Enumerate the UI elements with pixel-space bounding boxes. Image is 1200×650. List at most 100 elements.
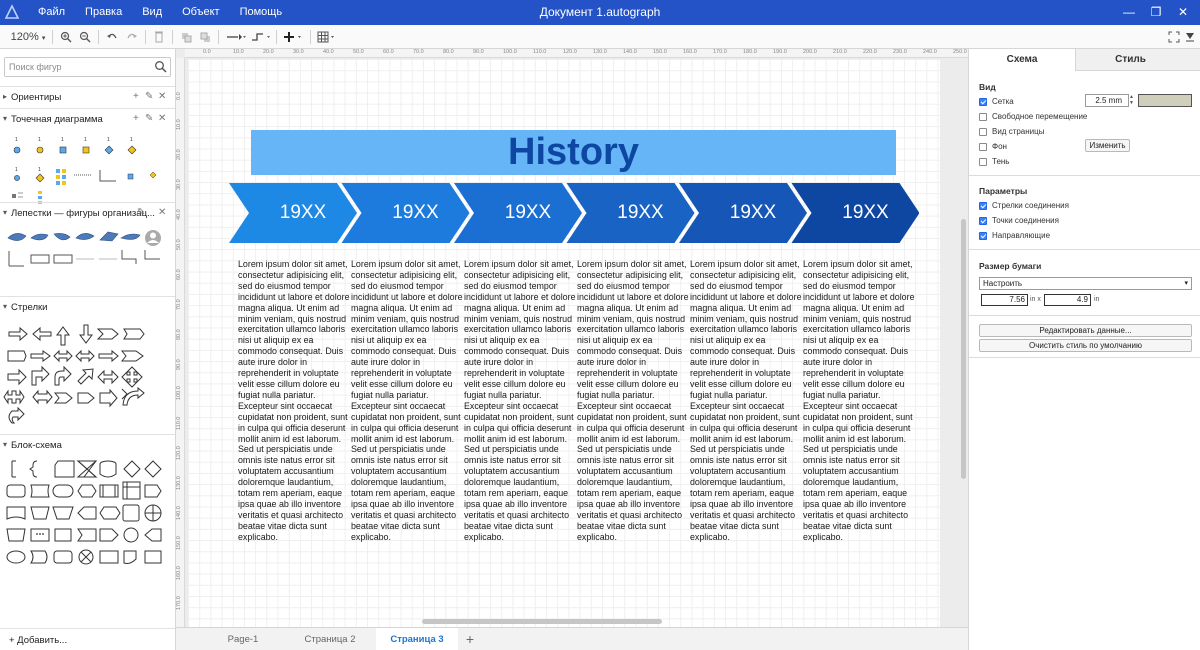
free-move-checkbox[interactable]: Свободное перемещение [979,112,1087,121]
grid-color-swatch[interactable] [1138,94,1192,107]
close-button[interactable]: ✕ [1170,0,1196,25]
connection-arrows-checkbox[interactable]: Стрелки соединения [979,201,1069,210]
zoom-select[interactable]: 120% ▾ [10,28,46,46]
history-banner[interactable]: History [251,130,896,175]
timeline-description[interactable]: Lorem ipsum dolor sit amet, consectetur … [351,259,463,543]
ruler-tick-label: 130.0 [176,476,182,490]
ruler-tick-label: 130.0 [593,49,607,55]
page-view-checkbox[interactable]: Вид страницы [979,127,1044,136]
ruler-tick-label: 90.0 [473,49,484,55]
clear-default-style-button[interactable]: Очистить стиль по умолчанию [979,339,1192,352]
edit-icon[interactable]: ✎ [137,207,145,218]
ruler-tick-label: 60.0 [383,49,394,55]
expand-arrow-icon: ▾ [3,440,8,449]
zoom-out-icon[interactable] [79,28,91,46]
menu-help[interactable]: Помощь [230,0,293,25]
section-guides[interactable]: ▸ Ориентиры + ✎ ✕ [0,86,175,108]
timeline-year-label[interactable]: 19XX [488,183,568,243]
section-arrows[interactable]: ▾ Стрелки [0,296,175,318]
vertical-scrollbar[interactable] [961,219,966,479]
timeline-description[interactable]: Lorem ipsum dolor sit amet, consectetur … [690,259,802,543]
horizontal-scrollbar[interactable] [422,619,662,624]
timeline-year-label[interactable]: 19XX [826,183,906,243]
grid-size-input[interactable]: 2.5 mm [1085,94,1129,107]
history-title[interactable]: History [251,130,896,175]
to-back-icon[interactable] [199,28,211,46]
svg-text:1: 1 [15,137,18,143]
connector-arrow-icon[interactable] [226,28,246,46]
edit-icon[interactable]: ✎ [145,113,153,124]
search-icon[interactable] [154,60,167,73]
canvas-area[interactable]: 0.0 10.0 20.0 30.0 40.0 50.0 60.0 70.0 80.0 90.0 1… [176,49,968,627]
collapse-panel-icon[interactable] [1184,28,1196,46]
ruler-tick-label: 150.0 [176,536,182,550]
redo-icon[interactable] [126,28,138,46]
chevron-down-icon: ▾ [1184,280,1188,287]
maximize-button[interactable]: ❐ [1143,0,1169,25]
drawing-page[interactable]: History 19XX 19XX 19XX 19XX 19XX 19XX Lorem i… [188,59,940,627]
paper-width-input[interactable]: 7.56 [981,294,1028,306]
change-background-button[interactable]: Изменить [1085,139,1130,152]
tab-diagram[interactable]: Схема [969,49,1075,71]
tab-style[interactable]: Стиль [1075,49,1185,71]
timeline-year-label[interactable]: 19XX [376,183,456,243]
arrows-palette[interactable] [0,321,176,431]
tab-page-2[interactable]: Страница 2 [286,628,374,650]
menu-edit[interactable]: Правка [75,0,132,25]
menu-file[interactable]: Файл [28,0,75,25]
connection-points-checkbox[interactable]: Точки соединения [979,216,1059,225]
close-icon[interactable]: ✕ [158,207,166,218]
to-front-icon[interactable] [180,28,192,46]
timeline-description[interactable]: Lorem ipsum dolor sit amet, consectetur … [464,259,576,543]
add-icon[interactable]: + [133,113,139,124]
timeline-year-label[interactable]: 19XX [713,183,793,243]
add-page-button[interactable]: + [460,628,480,650]
ruler-tick-label: 60.0 [176,269,182,280]
checkbox-icon [979,127,987,136]
ruler-tick-label: 210.0 [833,49,847,55]
background-checkbox[interactable]: Фон [979,142,1007,151]
ruler-tick-label: 50.0 [353,49,364,55]
section-dot-chart[interactable]: ▾ Точечная диаграмма + ✎ ✕ [0,108,175,130]
close-icon[interactable]: ✕ [158,91,166,102]
insert-icon[interactable] [283,28,303,46]
section-org-petals[interactable]: ▾ Лепестки — фигуры организац... ✎ ✕ [0,202,175,224]
menu-view[interactable]: Вид [132,0,172,25]
add-shapes-button[interactable]: + Добавить... [0,628,175,650]
dot-chart-palette[interactable]: 1 1 1 1 1 1 1 1 [0,134,176,204]
paper-size-select[interactable]: Настроить ▾ [979,277,1192,290]
view-heading: Вид [979,82,996,92]
table-icon[interactable] [317,28,337,46]
grid-size-stepper[interactable]: ▲ ▼ [1129,94,1135,107]
paper-height-input[interactable]: 4.9 [1044,294,1091,306]
add-icon[interactable]: + [133,91,139,102]
edit-data-button[interactable]: Редактировать данные... [979,324,1192,337]
search-input[interactable] [5,58,145,76]
fullscreen-icon[interactable] [1168,28,1180,46]
timeline-description[interactable]: Lorem ipsum dolor sit amet, consectetur … [577,259,689,543]
delete-icon[interactable] [153,28,165,46]
zoom-in-icon[interactable] [60,28,72,46]
guides-checkbox[interactable]: Направляющие [979,231,1050,240]
undo-icon[interactable] [106,28,118,46]
timeline-year-label[interactable]: 19XX [601,183,681,243]
org-petals-palette[interactable] [0,228,176,272]
shadow-checkbox[interactable]: Тень [979,157,1009,166]
checkbox-checked-icon [979,216,987,225]
timeline-year-label[interactable]: 19XX [263,183,343,243]
timeline-description[interactable]: Lorem ipsum dolor sit amet, consectetur … [803,259,915,543]
close-icon[interactable]: ✕ [158,113,166,124]
panel-tab-filler [1185,49,1200,71]
edit-icon[interactable]: ✎ [145,91,153,102]
tab-page-1[interactable]: Page-1 [204,628,282,650]
flowchart-palette[interactable] [0,459,176,589]
menu-object[interactable]: Объект [172,0,229,25]
grid-checkbox[interactable]: Сетка [979,97,1014,106]
tab-page-3[interactable]: Страница 3 [376,628,458,650]
ruler-tick-label: 120.0 [563,49,577,55]
minimize-button[interactable]: — [1116,0,1142,25]
timeline-description[interactable]: Lorem ipsum dolor sit amet, consectetur … [238,259,350,543]
toolbar-separator [172,30,173,44]
section-flowchart[interactable]: ▾ Блок-схема [0,434,175,456]
waypoint-icon[interactable] [250,28,270,46]
